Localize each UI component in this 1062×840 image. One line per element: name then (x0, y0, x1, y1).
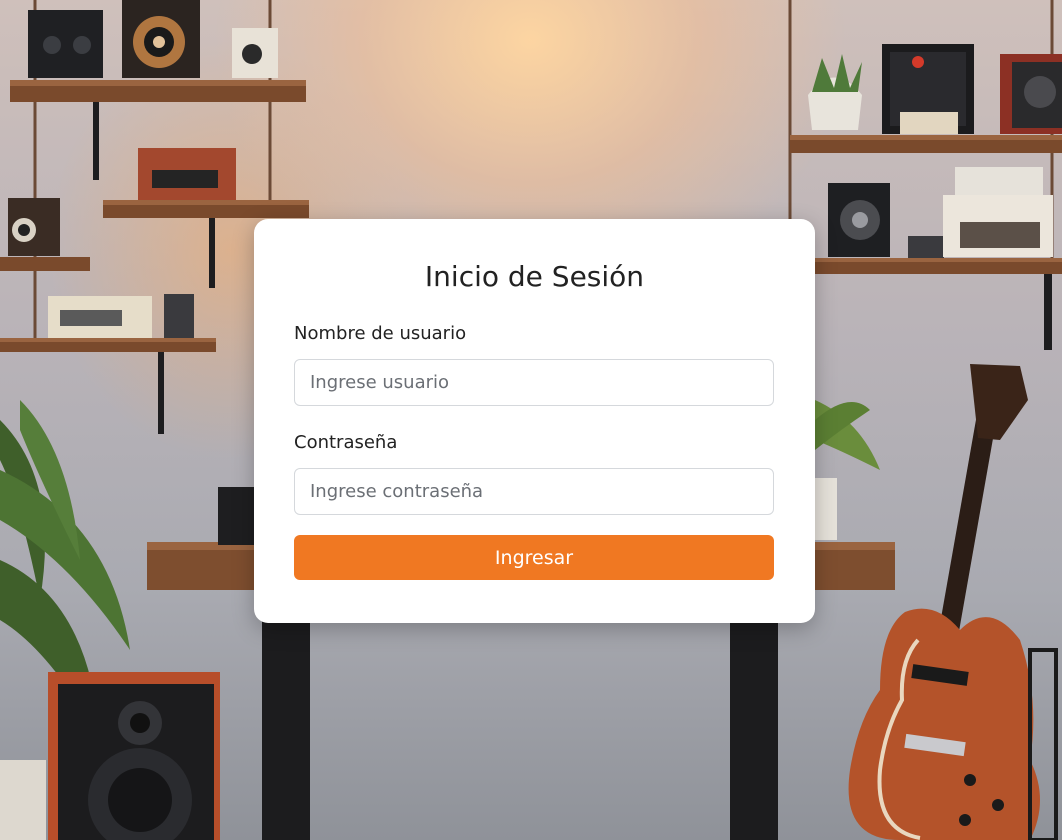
password-input[interactable] (294, 468, 774, 515)
electric-guitar (848, 364, 1058, 840)
username-input[interactable] (294, 359, 774, 406)
username-label: Nombre de usuario (294, 323, 467, 344)
password-label: Contraseña (294, 432, 398, 453)
login-card: Inicio de Sesión Nombre de usuario Contr… (254, 219, 815, 623)
login-submit-button[interactable]: Ingresar (294, 535, 774, 580)
login-title: Inicio de Sesión (424, 260, 645, 293)
left-shelf-speakers (8, 0, 278, 338)
floor-speaker (48, 672, 220, 840)
right-plant (815, 400, 880, 540)
